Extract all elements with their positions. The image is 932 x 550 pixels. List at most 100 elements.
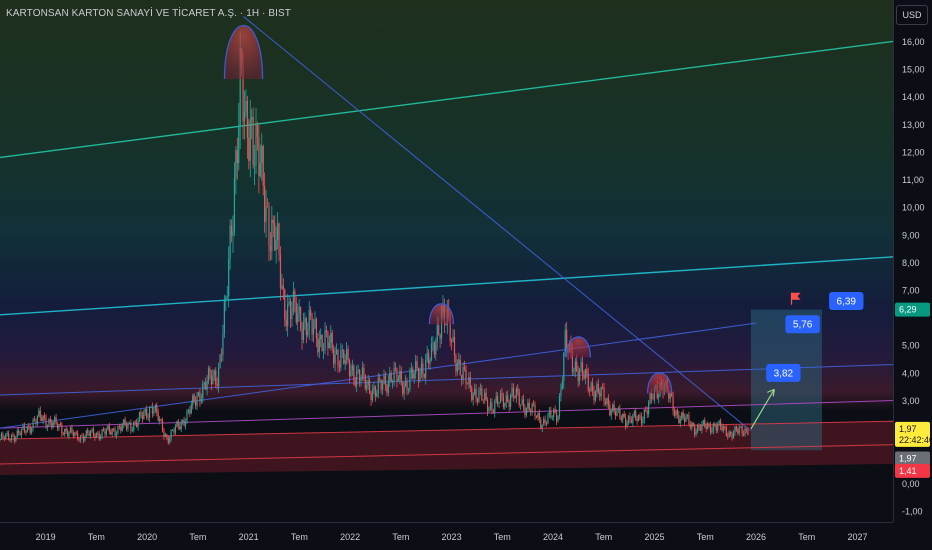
price-chart[interactable]: 6,395,763,8217,0016,0015,0014,0013,0012,… [0, 0, 932, 550]
candle-body [416, 361, 418, 369]
candle-body [369, 380, 371, 393]
candle-body [521, 399, 523, 405]
candle-body [399, 370, 401, 379]
candle-body [228, 258, 230, 297]
candle-body [190, 404, 192, 414]
candle-body [612, 404, 614, 411]
candle-body [672, 396, 674, 411]
candle-body [540, 419, 542, 429]
candle-body [708, 423, 710, 425]
candle-body [702, 419, 704, 424]
candle-body [310, 310, 312, 317]
candle-body [222, 333, 224, 355]
candle-body [207, 368, 210, 381]
candle-body [417, 368, 420, 381]
candle-body [22, 425, 24, 429]
candle-body [425, 359, 427, 378]
candle-body [541, 424, 543, 429]
candle-body [462, 367, 464, 380]
candle-body [636, 418, 638, 422]
candle-body [436, 325, 438, 343]
candle-body [686, 414, 689, 416]
candle-body [679, 418, 681, 424]
candle-body [406, 380, 408, 390]
candle-body [537, 413, 539, 418]
x-tick-label: 2019 [36, 532, 56, 542]
candle-body [69, 427, 72, 433]
candle-body [650, 393, 653, 399]
candle-body [25, 431, 27, 433]
candle-body [475, 388, 477, 399]
candle-body [75, 432, 77, 434]
candle-body [271, 220, 273, 252]
candle-body [146, 409, 148, 418]
candle-body [587, 373, 589, 391]
price-tag-label: 6,29 [899, 305, 917, 315]
x-tick-label: 2026 [746, 532, 766, 542]
candle-body [527, 402, 529, 409]
candle-body [282, 285, 284, 290]
currency-button[interactable]: USD [896, 5, 928, 25]
candle-body [594, 391, 597, 401]
candle-body [54, 417, 56, 422]
candle-body [633, 411, 635, 416]
candle-body [471, 387, 473, 401]
candle-body [159, 418, 161, 422]
candle-body [315, 319, 318, 339]
candle-body [410, 368, 412, 373]
candle-body [525, 408, 527, 416]
candle-body [51, 422, 53, 428]
y-tick-label: 3,00 [902, 396, 920, 406]
candle-body [199, 392, 201, 402]
candle-body [673, 410, 676, 416]
candle-body [627, 415, 630, 423]
candle-body [16, 430, 18, 437]
candle-body [610, 410, 612, 416]
candle-body [160, 418, 162, 420]
candle-body [426, 352, 428, 360]
candle-body [255, 124, 257, 165]
candle-body [210, 375, 213, 385]
candle-body [699, 427, 702, 431]
candle-body [333, 348, 335, 364]
candle-body [248, 137, 250, 161]
y-tick-label: 15,00 [902, 65, 925, 75]
candle-body [35, 421, 37, 424]
candle-body [243, 112, 246, 122]
candle-body [77, 432, 79, 440]
candle-body [305, 318, 307, 336]
candle-body [167, 437, 169, 443]
candle-body [274, 222, 276, 251]
price-tag-label: 1,41 [899, 466, 917, 476]
candle-body [528, 402, 530, 411]
y-tick-label: 9,00 [902, 230, 920, 240]
candle-body [678, 414, 680, 424]
x-tick-label: 2025 [645, 532, 665, 542]
candle-body [596, 384, 598, 392]
candle-body [681, 412, 683, 419]
x-tick-label: Tem [392, 532, 409, 542]
candle-body [318, 339, 320, 353]
candle-body [45, 418, 47, 428]
candle-body [113, 429, 115, 430]
candle-body [517, 388, 519, 393]
candle-body [501, 392, 503, 397]
candle-body [688, 414, 690, 425]
candle-body [600, 386, 602, 397]
candle-body [182, 419, 184, 422]
candle-body [291, 311, 293, 319]
candle-body [18, 430, 20, 434]
candle-body [652, 398, 654, 400]
candle-body [256, 124, 259, 138]
candle-body [171, 430, 174, 432]
candle-body [213, 370, 215, 375]
candle-body [623, 413, 625, 418]
candle-body [468, 377, 470, 384]
candle-body [518, 392, 520, 406]
candle-body [423, 374, 425, 378]
candle-body [599, 392, 601, 397]
candle-body [622, 413, 624, 420]
candle-body [579, 369, 581, 382]
candle-body [705, 426, 707, 429]
x-tick-label: 2024 [543, 532, 563, 542]
